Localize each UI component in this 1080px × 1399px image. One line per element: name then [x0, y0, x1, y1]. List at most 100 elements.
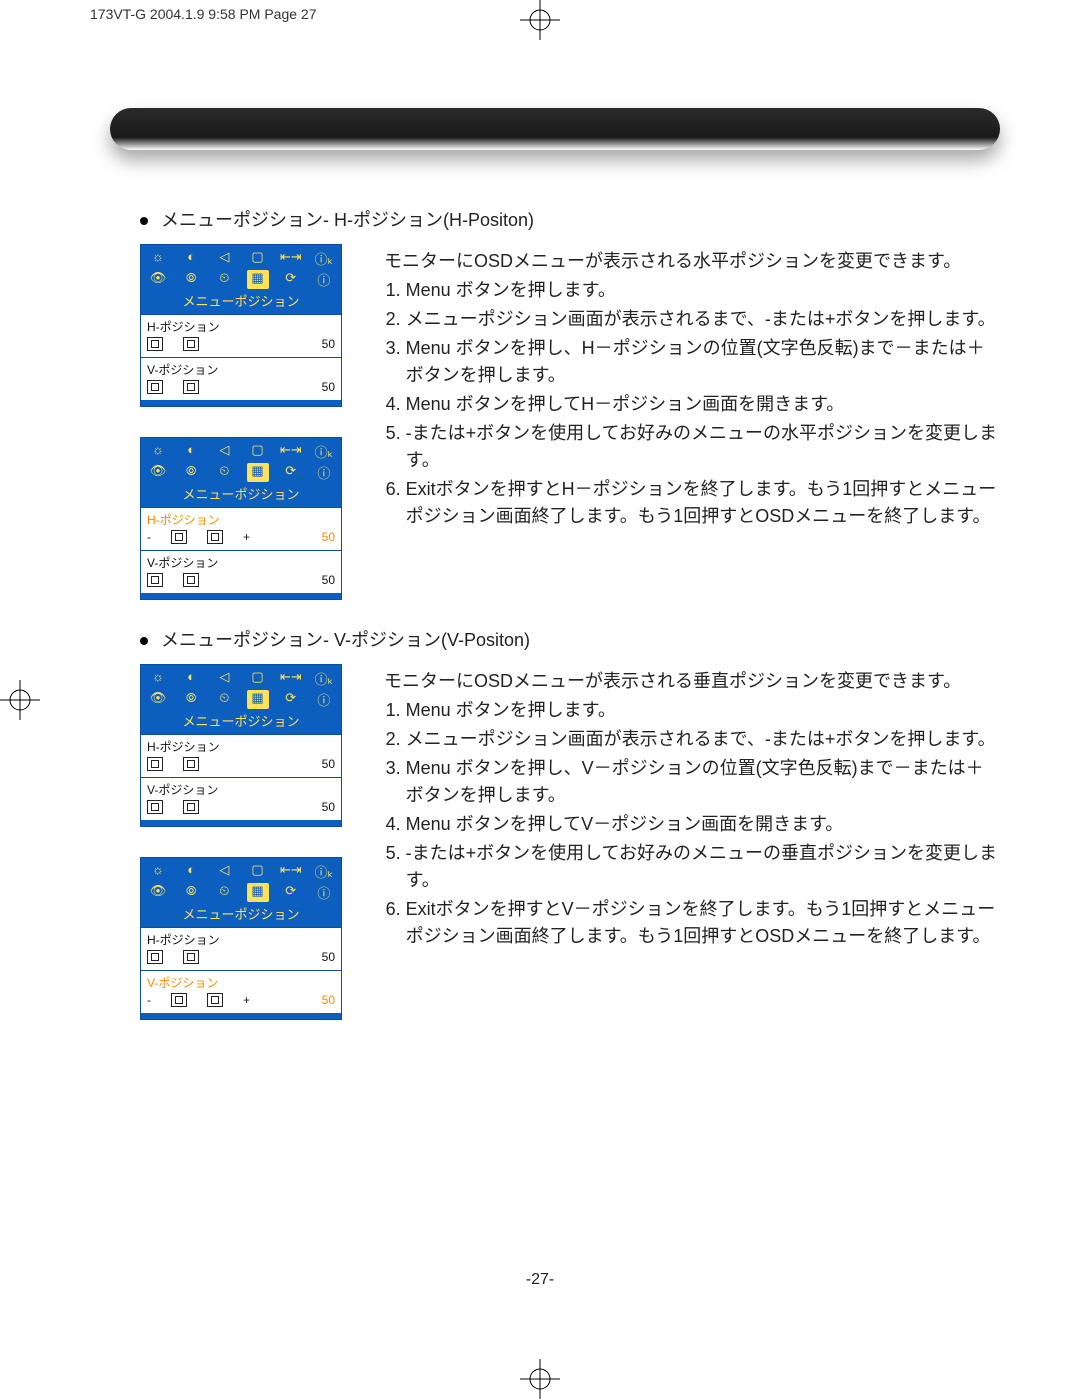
osd-icon: 👁 — [147, 883, 169, 902]
intro-text: モニターにOSDメニューが表示される水平ポジションを変更できます。 — [384, 248, 1000, 275]
osd-icon: ⇤⇥ — [280, 442, 302, 461]
pos-left-icon — [147, 950, 163, 964]
osd-item-v: V-ポジション - + 50 — [141, 970, 341, 1013]
pos-left-icon — [147, 757, 163, 771]
page-number: -27- — [526, 1271, 554, 1289]
step-item: -または+ボタンを使用してお好みのメニューの水平ポジションを変更します。 — [406, 420, 1000, 474]
page-header-bar — [110, 108, 1000, 150]
osd-icon: ⦾ — [180, 463, 202, 482]
osd-icon: ⏲ — [213, 883, 235, 902]
osd-icon: ⓘₖ — [313, 669, 335, 688]
osd-item-label: V-ポジション — [147, 554, 335, 571]
step-item: Menu ボタンを押し、H－ポジションの位置(文字色反転)まで－または＋ボタンを… — [406, 335, 1000, 389]
osd-item-v: V-ポジション 50 — [141, 777, 341, 820]
osd-body: H-ポジション 50 V-ポジション - + 50 — [141, 927, 341, 1013]
osd-item-value: 50 — [322, 380, 335, 394]
osd-item-v: V-ポジション 50 — [141, 550, 341, 593]
osd-icon-row: ☼ ◐ ◁ ▢ ⇤⇥ ⓘₖ — [147, 442, 335, 461]
osd-header: ☼ ◐ ◁ ▢ ⇤⇥ ⓘₖ 👁 ⦾ ⏲ ▦ ⟳ — [141, 665, 341, 734]
osd-icon: ◐ — [180, 249, 202, 268]
pos-down-icon — [147, 380, 163, 394]
step-item: Menu ボタンを押します。 — [406, 697, 1000, 724]
osd-icon: ▢ — [247, 249, 269, 268]
osd-header: ☼ ◐ ◁ ▢ ⇤⇥ ⓘₖ 👁 ⦾ ⏲ ▦ ⟳ — [141, 245, 341, 314]
osd-icon-row: ☼ ◐ ◁ ▢ ⇤⇥ ⓘₖ — [147, 669, 335, 688]
osd-icon: ▢ — [247, 442, 269, 461]
pos-up-icon — [183, 380, 199, 394]
osd-body: H-ポジション 50 V-ポジション 50 — [141, 314, 341, 400]
pos-right-icon — [183, 757, 199, 771]
osd-icon: ⏲ — [213, 270, 235, 289]
pos-left-icon — [171, 530, 187, 544]
osd-icon-selected: ▦ — [247, 463, 269, 482]
osd-icon: ⟳ — [280, 883, 302, 902]
osd-icon: ⓘₖ — [313, 249, 335, 268]
crop-mark-left-icon — [0, 680, 40, 720]
osd-icon: ◐ — [180, 862, 202, 881]
osd-column-h: ☼ ◐ ◁ ▢ ⇤⇥ ⓘₖ 👁 ⦾ ⏲ ▦ ⟳ — [140, 244, 348, 600]
osd-footer — [141, 593, 341, 599]
osd-item-value: 50 — [322, 757, 335, 771]
osd-footer — [141, 820, 341, 826]
instructions-v: モニターにOSDメニューが表示される垂直ポジションを変更できます。 Menu ボ… — [384, 664, 1000, 952]
osd-item-label: H-ポジション — [147, 318, 335, 335]
section-title-v: メニューポジション- V-ポジション(V-Positon) — [140, 626, 1000, 652]
osd-panel: ☼ ◐ ◁ ▢ ⇤⇥ ⓘₖ 👁 ⦾ ⏲ ▦ ⟳ — [140, 857, 342, 1020]
osd-body: H-ポジション 50 V-ポジション 50 — [141, 734, 341, 820]
osd-icon: 👁 — [147, 463, 169, 482]
osd-footer — [141, 1013, 341, 1019]
osd-icon-row: 👁 ⦾ ⏲ ▦ ⟳ ⓘ — [147, 883, 335, 902]
osd-item-h: H-ポジション 50 — [141, 314, 341, 357]
step-item: メニューポジション画面が表示されるまで、-または+ボタンを押します。 — [406, 306, 1000, 333]
step-item: Menu ボタンを押します。 — [406, 277, 1000, 304]
osd-icon: ◁ — [213, 669, 235, 688]
osd-item-h: H-ポジション 50 — [141, 927, 341, 970]
osd-item-value: 50 — [322, 530, 335, 544]
osd-icon: 👁 — [147, 270, 169, 289]
osd-icon: ⓘₖ — [313, 442, 335, 461]
osd-item-label: H-ポジション — [147, 738, 335, 755]
osd-menu-title: メニューポジション — [147, 291, 335, 312]
osd-icon: ⓘ — [313, 883, 335, 902]
step-item: Exitボタンを押すとH－ポジションを終了します。もう1回押すとメニューポジショ… — [406, 476, 1000, 530]
osd-icon: ⇤⇥ — [280, 862, 302, 881]
osd-item-h: H-ポジション - + 50 — [141, 507, 341, 550]
osd-icon: ▢ — [247, 669, 269, 688]
osd-item-label: H-ポジション — [147, 931, 335, 948]
section-v-row: ☼ ◐ ◁ ▢ ⇤⇥ ⓘₖ 👁 ⦾ ⏲ ▦ ⟳ — [140, 664, 1000, 1020]
osd-header: ☼ ◐ ◁ ▢ ⇤⇥ ⓘₖ 👁 ⦾ ⏲ ▦ ⟳ — [141, 438, 341, 507]
osd-icon: ◐ — [180, 669, 202, 688]
osd-item-label-highlighted: H-ポジション — [147, 511, 335, 528]
osd-icon-selected: ▦ — [247, 690, 269, 709]
osd-icon: ⦾ — [180, 883, 202, 902]
osd-item-value: 50 — [322, 573, 335, 587]
osd-icon: ⏲ — [213, 690, 235, 709]
osd-icon: ⦾ — [180, 690, 202, 709]
osd-item-label: V-ポジション — [147, 361, 335, 378]
osd-icon: ◁ — [213, 442, 235, 461]
osd-icon: ⏲ — [213, 463, 235, 482]
osd-icon: 👁 — [147, 690, 169, 709]
section-h-row: ☼ ◐ ◁ ▢ ⇤⇥ ⓘₖ 👁 ⦾ ⏲ ▦ ⟳ — [140, 244, 1000, 600]
osd-icon-row: ☼ ◐ ◁ ▢ ⇤⇥ ⓘₖ — [147, 249, 335, 268]
osd-footer — [141, 400, 341, 406]
osd-icon: ⓘ — [313, 690, 335, 709]
osd-icon: ☼ — [147, 669, 169, 688]
page-content: メニューポジション- H-ポジション(H-Positon) ☼ ◐ ◁ ▢ ⇤⇥… — [140, 200, 1000, 1046]
osd-panel: ☼ ◐ ◁ ▢ ⇤⇥ ⓘₖ 👁 ⦾ ⏲ ▦ ⟳ — [140, 244, 342, 407]
osd-icon: ☼ — [147, 249, 169, 268]
pos-down-icon — [147, 800, 163, 814]
pos-up-icon — [207, 993, 223, 1007]
pos-right-icon — [207, 530, 223, 544]
step-item: Menu ボタンを押してH－ポジション画面を開きます。 — [406, 391, 1000, 418]
step-item: Menu ボタンを押してV－ポジション画面を開きます。 — [406, 811, 1000, 838]
section-title-h: メニューポジション- H-ポジション(H-Positon) — [140, 206, 1000, 232]
osd-icon-row: 👁 ⦾ ⏲ ▦ ⟳ ⓘ — [147, 270, 335, 289]
instructions-h: モニターにOSDメニューが表示される水平ポジションを変更できます。 Menu ボ… — [384, 244, 1000, 532]
osd-icon: ◐ — [180, 442, 202, 461]
osd-icon: ⟳ — [280, 690, 302, 709]
osd-icon: ☼ — [147, 442, 169, 461]
osd-icon-row: 👁 ⦾ ⏲ ▦ ⟳ ⓘ — [147, 690, 335, 709]
osd-item-label: V-ポジション — [147, 781, 335, 798]
osd-item-value: 50 — [322, 950, 335, 964]
